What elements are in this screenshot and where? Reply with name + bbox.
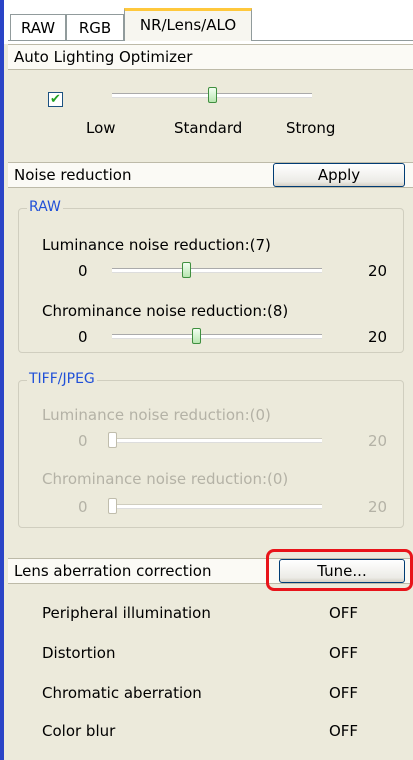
lens-item-peripheral-label: Peripheral illumination: [42, 604, 211, 622]
raw-luminance-min: 0: [78, 262, 88, 280]
lens-item-distortion-label: Distortion: [42, 644, 116, 662]
tiff-luminance-min: 0: [78, 432, 88, 450]
apply-button[interactable]: Apply: [273, 163, 405, 187]
alo-section-header: Auto Lighting Optimizer: [8, 44, 413, 70]
tab-raw[interactable]: RAW: [10, 14, 66, 40]
tune-button-highlight: [266, 549, 413, 591]
alo-slider-thumb[interactable]: [208, 87, 217, 103]
raw-luminance-slider-thumb[interactable]: [181, 262, 191, 278]
tab-bar: RAW RGB NR/Lens/ALO: [4, 0, 413, 44]
lens-item-peripheral-value: OFF: [329, 604, 359, 622]
tab-nr-lens-alo[interactable]: NR/Lens/ALO: [124, 8, 252, 41]
raw-chrominance-min: 0: [78, 328, 88, 346]
tiff-luminance-slider-thumb: [108, 432, 117, 448]
lens-item-distortion-value: OFF: [329, 644, 359, 662]
lens-item-colorblur-label: Color blur: [42, 722, 116, 740]
alo-checkbox[interactable]: ✔: [48, 92, 63, 107]
raw-chrominance-slider-track[interactable]: [112, 334, 322, 339]
raw-group-box: RAW: [18, 199, 404, 353]
tool-palette: RAW RGB NR/Lens/ALO Auto Lighting Optimi…: [4, 0, 413, 760]
tiff-luminance-slider-track: [112, 438, 322, 443]
lens-item-colorblur-value: OFF: [329, 722, 359, 740]
raw-chrominance-label: Chrominance noise reduction:(8): [42, 302, 289, 320]
tiff-chrominance-label: Chrominance noise reduction:(0): [42, 470, 289, 488]
alo-label-low: Low: [86, 119, 116, 137]
alo-label-standard: Standard: [174, 119, 243, 137]
tiff-jpeg-group-title: TIFF/JPEG: [27, 371, 97, 387]
lens-item-chromatic-label: Chromatic aberration: [42, 684, 202, 702]
raw-group-title: RAW: [27, 199, 63, 215]
raw-chrominance-slider-thumb[interactable]: [192, 328, 201, 344]
tiff-chrominance-min: 0: [78, 498, 88, 516]
tiff-chrominance-slider-track: [112, 504, 322, 509]
tiff-luminance-max: 20: [368, 432, 388, 450]
tiff-chrominance-slider-thumb: [108, 498, 117, 514]
raw-chrominance-max: 20: [368, 328, 388, 346]
lens-item-chromatic-value: OFF: [329, 684, 359, 702]
tiff-luminance-label: Luminance noise reduction:(0): [42, 406, 271, 424]
tab-rgb[interactable]: RGB: [66, 14, 124, 40]
raw-luminance-max: 20: [368, 262, 388, 280]
alo-label-strong: Strong: [286, 119, 336, 137]
raw-luminance-slider-track[interactable]: [112, 268, 322, 273]
tiff-chrominance-max: 20: [368, 498, 388, 516]
raw-luminance-label: Luminance noise reduction:(7): [42, 236, 271, 254]
